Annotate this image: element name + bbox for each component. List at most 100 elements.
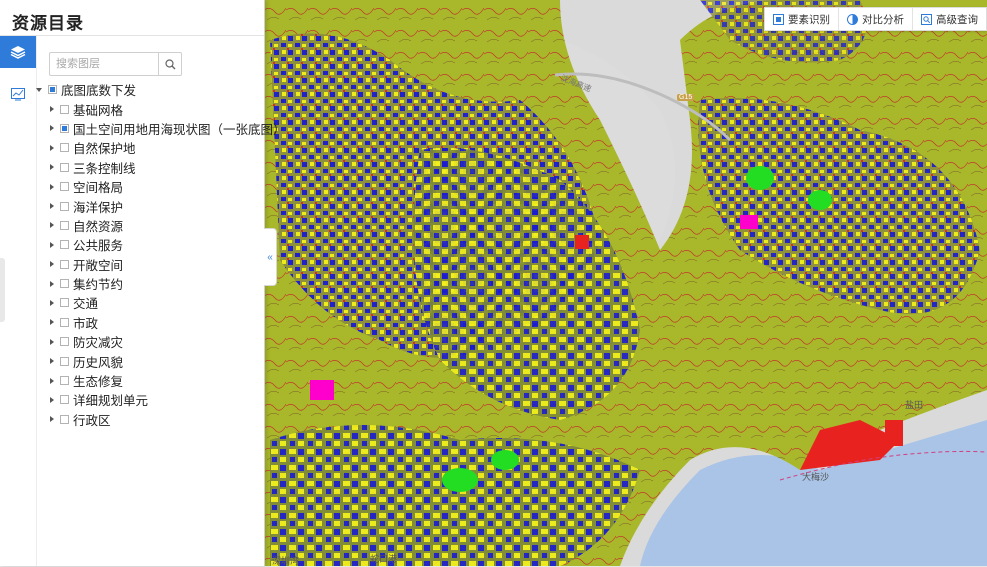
layer-checkbox[interactable]	[60, 376, 69, 386]
tree-node-label: 海洋保护	[73, 200, 124, 215]
layer-checkbox[interactable]	[60, 259, 69, 269]
map-toolbar: 要素识别 对比分析 高级查询	[764, 7, 987, 31]
tree-node-label: 公共服务	[73, 239, 124, 254]
tree-node-label: 自然资源	[73, 219, 124, 234]
caret-right-icon[interactable]	[50, 299, 54, 306]
statistics-tab-button[interactable]	[0, 78, 36, 110]
tree-node-label: 国土空间用地用海现状图（一张底图）	[73, 122, 286, 137]
query-tool-button[interactable]: 高级查询	[913, 8, 986, 30]
tree-node[interactable]: 空间格局	[36, 177, 286, 196]
compare-tool-button[interactable]: 对比分析	[839, 8, 913, 30]
query-tool-label: 高级查询	[936, 13, 978, 26]
layer-checkbox[interactable]	[60, 317, 69, 327]
tree-node[interactable]: 三条控制线	[36, 158, 286, 177]
layer-checkbox[interactable]	[60, 220, 69, 230]
query-icon	[921, 13, 932, 25]
caret-right-icon[interactable]	[50, 396, 54, 403]
tree-node[interactable]: 行政区	[36, 410, 286, 429]
tree-node[interactable]: 历史风貌	[36, 351, 286, 370]
side-rail	[0, 36, 37, 566]
caret-right-icon[interactable]	[50, 222, 54, 229]
caret-right-icon[interactable]	[50, 125, 54, 132]
caret-right-icon[interactable]	[50, 183, 54, 190]
tree-node-label: 空间格局	[73, 181, 124, 196]
layer-checkbox[interactable]	[60, 143, 69, 153]
tree-node[interactable]: 自然资源	[36, 216, 286, 235]
search-button[interactable]	[158, 53, 181, 75]
tree-node[interactable]: 集约节约	[36, 274, 286, 293]
special-use-area	[310, 380, 334, 400]
identify-tool-button[interactable]: 要素识别	[765, 8, 839, 30]
place-label: 大梅沙	[802, 472, 830, 482]
layer-checkbox[interactable]	[60, 337, 69, 347]
place-label: 盐田	[905, 400, 924, 410]
layer-checkbox[interactable]	[60, 182, 69, 192]
compare-tool-label: 对比分析	[862, 13, 904, 26]
double-chevron-left-icon: «	[267, 251, 273, 263]
layers-tab-button[interactable]	[0, 36, 36, 68]
port-area	[885, 420, 903, 446]
layer-checkbox[interactable]	[60, 279, 69, 289]
edge-handle[interactable]	[0, 258, 5, 322]
layer-checkbox[interactable]	[60, 104, 69, 114]
tree-node[interactable]: 防灾减灾	[36, 332, 286, 351]
layer-search-input[interactable]	[50, 53, 166, 75]
tree-node-label: 开敞空间	[73, 258, 124, 273]
tree-node[interactable]: 开敞空间	[36, 255, 286, 274]
special-use-area	[740, 215, 758, 229]
layer-checkbox[interactable]	[60, 201, 69, 211]
caret-right-icon[interactable]	[50, 241, 54, 248]
caret-right-icon[interactable]	[50, 203, 54, 210]
caret-right-icon[interactable]	[50, 164, 54, 171]
layer-checkbox[interactable]	[48, 85, 57, 95]
layer-checkbox[interactable]	[60, 414, 69, 424]
tree-node[interactable]: 海洋保护	[36, 196, 286, 215]
public-facility-area	[575, 235, 589, 249]
caret-right-icon[interactable]	[50, 106, 54, 113]
tree-node[interactable]: 底图底数下发	[36, 80, 286, 99]
tree-node-label: 生态修复	[73, 375, 124, 390]
layer-checkbox[interactable]	[60, 298, 69, 308]
layer-checkbox[interactable]	[60, 123, 69, 133]
tree-node[interactable]: 国土空间用地用海现状图（一张底图）	[36, 119, 286, 138]
tree-node-label: 历史风貌	[73, 355, 124, 370]
chart-icon	[11, 88, 25, 101]
place-label: 深圳湾	[272, 556, 300, 566]
caret-right-icon[interactable]	[50, 338, 54, 345]
layer-checkbox[interactable]	[60, 356, 69, 366]
caret-right-icon[interactable]	[50, 144, 54, 151]
tree-node-label: 防灾减灾	[73, 336, 124, 351]
tree-node[interactable]: 公共服务	[36, 235, 286, 254]
identify-tool-label: 要素识别	[788, 13, 830, 26]
tree-node-label: 详细规划单元	[73, 394, 149, 409]
caret-right-icon[interactable]	[50, 416, 54, 423]
caret-right-icon[interactable]	[50, 280, 54, 287]
caret-right-icon[interactable]	[50, 261, 54, 268]
park-area	[442, 468, 478, 492]
layers-icon	[10, 46, 26, 59]
tree-node[interactable]: 详细规划单元	[36, 390, 286, 409]
caret-down-icon[interactable]	[36, 87, 42, 92]
caret-right-icon[interactable]	[50, 358, 54, 365]
panel-title: 资源目录	[12, 14, 84, 33]
collapse-panel-button[interactable]: «	[264, 228, 277, 286]
park-area	[491, 450, 519, 470]
tree-node[interactable]: 自然保护地	[36, 138, 286, 157]
tree-node-label: 交通	[73, 297, 99, 312]
layer-checkbox[interactable]	[60, 162, 69, 172]
layer-checkbox[interactable]	[60, 240, 69, 250]
caret-right-icon[interactable]	[50, 377, 54, 384]
park-area	[746, 166, 774, 190]
layer-search-box	[49, 52, 182, 76]
tree-node[interactable]: 交通	[36, 293, 286, 312]
tree-node-label: 自然保护地	[73, 142, 136, 157]
tree-node[interactable]: 生态修复	[36, 371, 286, 390]
tree-node[interactable]: 基础网格	[36, 99, 286, 118]
highway-shield: G15	[677, 94, 695, 101]
tree-node-label: 三条控制线	[73, 161, 136, 176]
resource-catalog-panel: 资源目录 底图底数下发基础网格国土空间用地用海现状图（一张底图	[0, 0, 286, 566]
tree-node[interactable]: 市政	[36, 313, 286, 332]
caret-right-icon[interactable]	[50, 319, 54, 326]
layer-checkbox[interactable]	[60, 395, 69, 405]
select-icon	[773, 13, 784, 25]
